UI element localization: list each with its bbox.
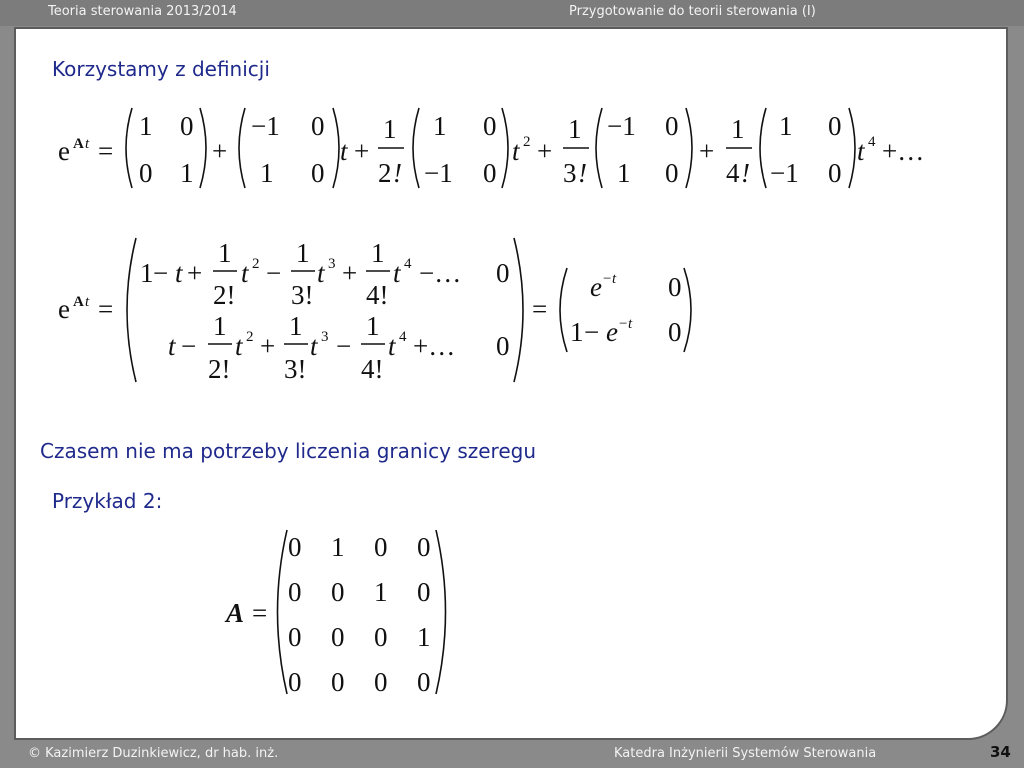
footer-department: Katedra Inżynierii Systemów Sterowania xyxy=(614,746,877,761)
svg-text:0: 0 xyxy=(374,622,388,652)
svg-text:0: 0 xyxy=(288,577,302,607)
svg-text:=: = xyxy=(252,598,267,628)
svg-text:0: 0 xyxy=(288,667,302,697)
svg-text:0: 0 xyxy=(331,622,345,652)
svg-text:0: 0 xyxy=(417,577,431,607)
page-number: 34 xyxy=(990,743,1011,761)
equation-3-matrix-A: A = 0100 0010 0001 0000 xyxy=(224,529,447,697)
svg-text:1: 1 xyxy=(417,622,431,652)
footer-author: © Kazimierz Duzinkiewicz, dr hab. inż. xyxy=(28,746,279,761)
svg-text:0: 0 xyxy=(331,667,345,697)
svg-text:0: 0 xyxy=(288,532,302,562)
svg-text:0: 0 xyxy=(288,622,302,652)
svg-text:0: 0 xyxy=(417,532,431,562)
svg-text:0: 0 xyxy=(374,667,388,697)
svg-text:0: 0 xyxy=(374,532,388,562)
svg-text:A: A xyxy=(224,598,244,628)
svg-text:0: 0 xyxy=(417,667,431,697)
svg-text:0: 0 xyxy=(331,577,345,607)
svg-text:1: 1 xyxy=(374,577,388,607)
svg-text:1: 1 xyxy=(331,532,345,562)
